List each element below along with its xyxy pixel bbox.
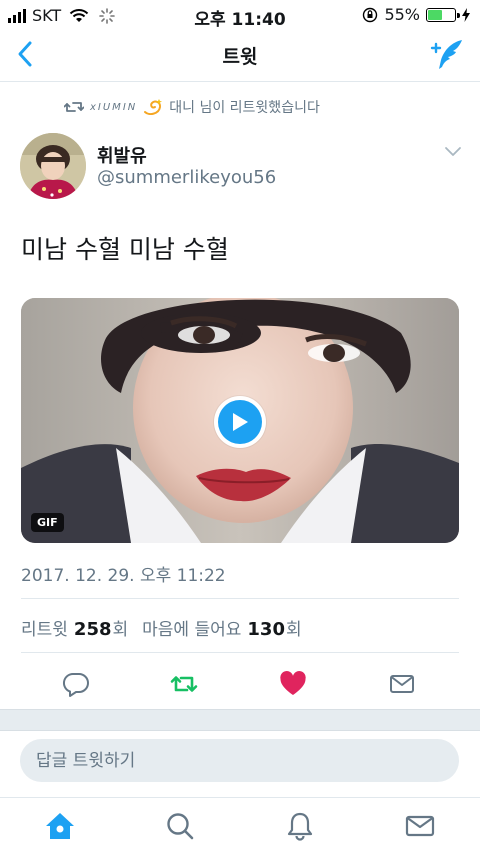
like-unit: 회: [285, 620, 302, 640]
tweet-media[interactable]: GIF: [21, 298, 459, 543]
nav-bar: 트윗: [0, 30, 480, 82]
status-right: 55%: [362, 5, 470, 24]
tweet-timestamp: 2017. 12. 29. 오후 11:22: [21, 566, 226, 586]
retweeter-latin-name: xIUMIN: [90, 101, 138, 113]
reply-input[interactable]: [20, 739, 459, 782]
like-label: 마음에 들어요: [142, 620, 242, 640]
dizzy-emoji-icon: [144, 99, 163, 116]
retweet-unit: 회: [112, 620, 129, 640]
notifications-icon[interactable]: [284, 810, 316, 842]
author-name[interactable]: 휘발유: [97, 142, 147, 168]
page-title: 트윗: [222, 46, 258, 68]
retweet-count-group[interactable]: 리트윗 258회: [21, 615, 128, 640]
compose-tweet-icon[interactable]: [430, 38, 464, 72]
avatar[interactable]: [20, 133, 86, 199]
retweet-context-text: 대니 님이 리트윗했습니다: [169, 100, 320, 116]
retweet-count: 258: [73, 619, 112, 640]
chevron-down-icon[interactable]: [444, 146, 462, 158]
avatar-image: [20, 133, 86, 199]
play-icon: [218, 400, 262, 444]
play-button[interactable]: [214, 396, 266, 448]
home-icon[interactable]: [44, 810, 76, 842]
battery-percent: 55%: [384, 5, 420, 24]
tweet-text: 미남 수혈 미남 수혈: [21, 235, 229, 264]
divider: [21, 652, 459, 653]
retweet-icon[interactable]: [170, 670, 198, 698]
status-bar: SKT 오후 11:40 55%: [0, 0, 480, 30]
like-count: 130: [247, 619, 285, 640]
tweet-stats: 리트윗 258회 마음에 들어요 130회: [21, 615, 302, 640]
reply-icon[interactable]: [62, 670, 90, 698]
retweet-label: 리트윗: [21, 620, 68, 640]
like-count-group[interactable]: 마음에 들어요 130회: [142, 615, 301, 640]
search-icon[interactable]: [164, 810, 196, 842]
gif-badge: GIF: [31, 513, 64, 532]
retweet-icon: [64, 102, 84, 112]
direct-message-icon[interactable]: [388, 670, 416, 698]
battery-level: [428, 9, 443, 20]
orientation-lock-icon: [363, 7, 378, 22]
messages-icon[interactable]: [404, 810, 436, 842]
charging-bolt-icon: [462, 7, 470, 22]
tab-bar: [0, 797, 480, 855]
heart-icon[interactable]: [279, 670, 307, 698]
retweet-context[interactable]: xIUMIN 대니 님이 리트윗했습니다: [64, 97, 320, 117]
divider: [21, 598, 459, 599]
section-separator: [0, 709, 480, 731]
tweet-actions: [0, 664, 480, 704]
battery-icon: [426, 7, 460, 22]
author-handle[interactable]: @summerlikeyou56: [97, 167, 276, 188]
